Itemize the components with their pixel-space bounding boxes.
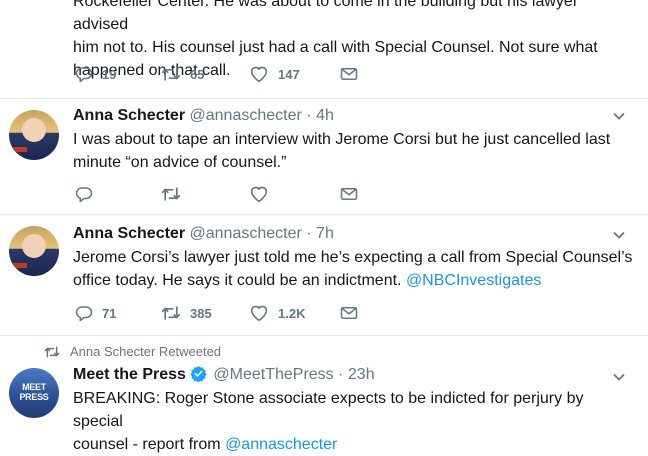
caret-down-icon[interactable] (612, 228, 626, 242)
avatar[interactable]: MEET PRESS (9, 368, 59, 418)
separator-dot: · (306, 107, 312, 124)
meet-the-press-logo: MEET PRESS (19, 382, 49, 402)
caret-down-icon[interactable] (612, 109, 626, 123)
reply-count: 71 (102, 305, 117, 321)
tweet[interactable]: Anna Schecter @annaschecter · 7h Jerome … (0, 215, 648, 335)
tweet-text: BREAKING: Roger Stone associate expects … (73, 390, 584, 453)
author-name[interactable]: Anna Schecter (73, 225, 185, 242)
separator-dot: · (306, 225, 312, 242)
like-button[interactable]: 147 (249, 64, 300, 84)
author-handle[interactable]: @MeetThePress (213, 366, 333, 383)
retweet-count: 385 (190, 305, 212, 321)
retweet-icon (161, 306, 181, 320)
reply-count: 19 (102, 66, 117, 82)
like-count: 1.2K (278, 305, 306, 321)
direct-message-icon (340, 68, 358, 80)
retweet-button[interactable] (161, 184, 181, 204)
reply-icon (75, 187, 93, 203)
tweet-time[interactable]: 4h (316, 107, 334, 124)
reply-icon (75, 306, 93, 322)
retweet-icon (161, 67, 181, 81)
reply-button[interactable]: 19 (75, 64, 116, 84)
tweet[interactable]: MEET PRESS Meet the Press @MeetThePress … (0, 336, 648, 453)
like-button[interactable]: 1.2K (249, 303, 305, 323)
like-icon (250, 66, 268, 83)
direct-message-button[interactable] (340, 303, 358, 323)
author-handle[interactable]: @annaschecter (190, 225, 302, 242)
tweet-text: I was about to tape an interview with Je… (73, 131, 611, 171)
direct-message-button[interactable] (340, 184, 358, 204)
reply-button[interactable]: 71 (75, 303, 116, 323)
tweet-header: Anna Schecter @annaschecter · 4h (73, 106, 334, 126)
like-icon (250, 305, 268, 322)
retweet-button[interactable]: 65 (161, 64, 204, 84)
retweet-button[interactable]: 385 (161, 303, 212, 323)
tweet-previous[interactable]: Rockefeller Center. He was about to come… (0, 0, 648, 98)
tweet-header: Meet the Press @MeetThePress · 23h (73, 365, 375, 385)
author-name[interactable]: Anna Schecter (73, 107, 185, 124)
retweet-count: 65 (190, 66, 205, 82)
tweet-header: Anna Schecter @annaschecter · 7h (73, 224, 334, 244)
tweet-time[interactable]: 23h (348, 366, 375, 383)
verified-badge-icon (190, 366, 207, 382)
direct-message-button[interactable] (340, 64, 358, 84)
mention-link[interactable]: @annaschecter (225, 436, 337, 453)
mention-link[interactable]: @NBCInvestigates (406, 272, 541, 289)
reply-button[interactable] (75, 184, 93, 204)
reply-icon (75, 67, 93, 83)
avatar[interactable] (9, 110, 59, 160)
like-icon (250, 186, 268, 203)
like-count: 147 (278, 66, 300, 82)
caret-down-icon[interactable] (612, 370, 626, 384)
tweet-time[interactable]: 7h (316, 225, 334, 242)
tweet-text: Jerome Corsi’s lawyer just told me he’s … (73, 249, 633, 289)
direct-message-icon (340, 307, 358, 319)
author-name[interactable]: Meet the Press (73, 366, 186, 383)
retweet-icon (161, 187, 181, 201)
like-button[interactable] (249, 184, 269, 204)
author-handle[interactable]: @annaschecter (190, 107, 302, 124)
separator-dot: · (338, 366, 344, 383)
tweet[interactable]: Anna Schecter @annaschecter · 4h I was a… (0, 99, 648, 214)
direct-message-icon (340, 188, 358, 200)
avatar[interactable] (9, 226, 59, 276)
